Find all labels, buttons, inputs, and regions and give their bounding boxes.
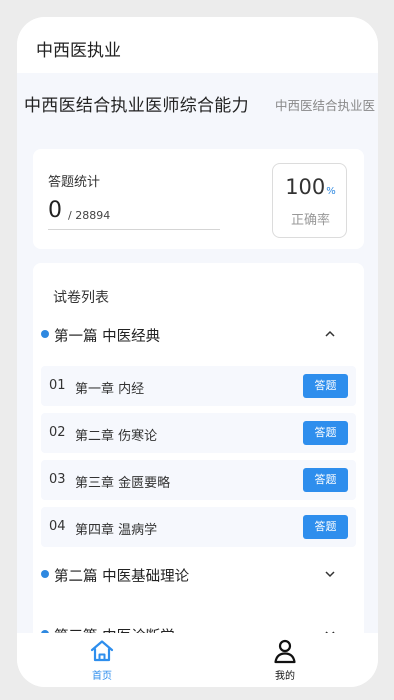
tab-next-subject[interactable]: 中西医结合执业医 (275, 95, 375, 114)
chapter-name: 第二章 伤寒论 (75, 429, 158, 444)
chapter-row[interactable]: 02 第二章 伤寒论 答题 (41, 413, 356, 453)
bottom-nav: 首页 我的 (17, 633, 378, 687)
tab-active-subject[interactable]: 中西医结合执业医师综合能力 (24, 91, 249, 116)
chevron-up-icon[interactable] (323, 328, 337, 340)
accuracy-value: 100 (285, 175, 326, 199)
stats-divider (48, 229, 220, 230)
chapter-row[interactable]: 03 第三章 金匮要略 答题 (41, 460, 356, 500)
subject-tabs: 中西医结合执业医师综合能力 中西医结合执业医 (17, 73, 378, 131)
home-icon (90, 640, 114, 662)
chapter-number: 02 (49, 425, 66, 440)
chapter-row[interactable]: 01 第一章 内经 答题 (41, 366, 356, 406)
chapter-name: 第四章 温病学 (75, 523, 158, 538)
person-icon (274, 639, 296, 664)
chapter-number: 04 (49, 519, 66, 534)
phone-screen: 中西医执业 中西医结合执业医师综合能力 中西医结合执业医 答题统计 0 / 28… (17, 17, 378, 687)
accuracy-label: 正确率 (290, 213, 330, 228)
chapter-number: 03 (49, 472, 66, 487)
paper-list-card: 试卷列表 第一篇 中医经典 01 第一章 内经 答题 02 第二章 伤寒论 答题… (33, 263, 364, 633)
section-title: 第三篇 中医诊断学 (54, 625, 175, 633)
nav-home-label: 首页 (92, 671, 112, 682)
stats-card: 答题统计 0 / 28894 100% 正确率 (33, 149, 364, 249)
chapter-name: 第三章 金匮要略 (75, 476, 171, 491)
section-title: 第一篇 中医经典 (54, 329, 161, 345)
section-dot (41, 570, 49, 578)
chevron-down-icon[interactable] (323, 568, 337, 580)
nav-mine[interactable]: 我的 (255, 638, 315, 683)
accuracy-unit: % (326, 186, 336, 197)
chapter-name: 第一章 内经 (75, 382, 145, 397)
accuracy-box: 100% 正确率 (272, 163, 347, 238)
answer-button[interactable]: 答题 (303, 374, 348, 398)
main-content: 中西医结合执业医师综合能力 中西医结合执业医 答题统计 0 / 28894 10… (17, 73, 378, 633)
chapter-row[interactable]: 04 第四章 温病学 答题 (41, 507, 356, 547)
section-header[interactable]: 第二篇 中医基础理论 (33, 559, 364, 589)
section-header[interactable]: 第三篇 中医诊断学 (33, 619, 364, 633)
section-title: 第二篇 中医基础理论 (54, 569, 190, 585)
app-title: 中西医执业 (36, 41, 121, 61)
paper-list-heading: 试卷列表 (53, 290, 109, 306)
answer-button[interactable]: 答题 (303, 515, 348, 539)
total-count: / 28894 (68, 209, 111, 222)
chapter-number: 01 (49, 378, 66, 393)
nav-mine-label: 我的 (275, 671, 295, 682)
nav-home[interactable]: 首页 (72, 638, 132, 683)
accuracy-value-row: 100% (273, 175, 348, 199)
section-header[interactable]: 第一篇 中医经典 (33, 319, 364, 349)
answer-button[interactable]: 答题 (303, 421, 348, 445)
answered-count: 0 (48, 198, 62, 223)
stats-label: 答题统计 (48, 175, 101, 190)
section-dot (41, 330, 49, 338)
app-bar: 中西医执业 (17, 17, 378, 73)
answer-button[interactable]: 答题 (303, 468, 348, 492)
